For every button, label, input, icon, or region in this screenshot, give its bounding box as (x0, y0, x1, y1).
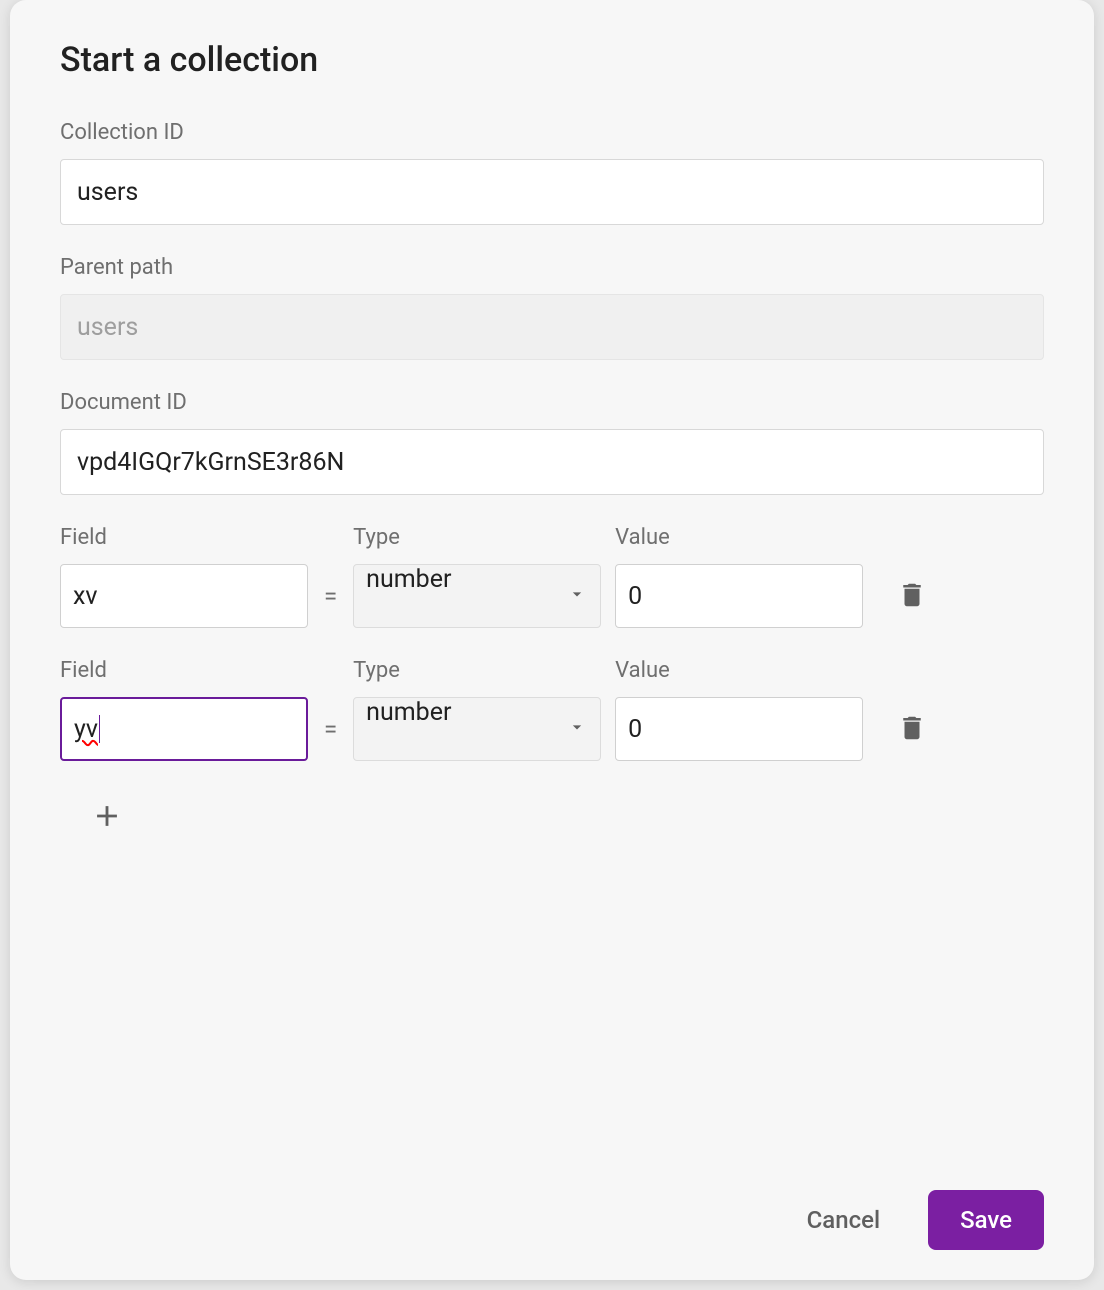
field-name-input[interactable] (60, 564, 308, 628)
field-type-col: Type number (353, 525, 601, 628)
collection-id-input[interactable] (60, 159, 1044, 225)
parent-path-group: Parent path (60, 255, 1044, 360)
plus-icon (90, 799, 124, 836)
dialog-actions: Cancel Save (60, 1160, 1044, 1250)
dialog-title: Start a collection (60, 40, 1044, 80)
save-button[interactable]: Save (928, 1190, 1044, 1250)
field-name-col: Field (60, 525, 308, 628)
field-value-label: Value (615, 658, 863, 683)
equals-sign: = (322, 564, 339, 628)
collection-id-label: Collection ID (60, 120, 1044, 145)
trash-icon (897, 713, 927, 746)
start-collection-dialog: Start a collection Collection ID Parent … (10, 0, 1094, 1280)
document-id-input[interactable] (60, 429, 1044, 495)
field-name-col: Field yv (60, 658, 308, 761)
field-row: Field = Type number Value (60, 525, 1044, 628)
field-value-col: Value (615, 658, 863, 761)
field-value-input[interactable] (615, 564, 863, 628)
field-type-label: Type (353, 525, 601, 550)
field-value-col: Value (615, 525, 863, 628)
document-id-group: Document ID (60, 390, 1044, 495)
field-type-label: Type (353, 658, 601, 683)
delete-field-button[interactable] (889, 572, 935, 621)
collection-id-group: Collection ID (60, 120, 1044, 225)
field-value-label: Value (615, 525, 863, 550)
parent-path-input (60, 294, 1044, 360)
fields-container: Field = Type number Value (60, 525, 1044, 1160)
parent-path-label: Parent path (60, 255, 1044, 280)
trash-icon (897, 580, 927, 613)
document-id-label: Document ID (60, 390, 1044, 415)
field-name-label: Field (60, 658, 308, 683)
add-field-button[interactable] (82, 791, 132, 844)
field-type-select[interactable]: number (353, 564, 601, 628)
delete-field-button[interactable] (889, 705, 935, 754)
field-type-col: Type number (353, 658, 601, 761)
field-type-select[interactable]: number (353, 697, 601, 761)
field-row: Field yv = Type number Value (60, 658, 1044, 761)
equals-sign: = (322, 697, 339, 761)
field-value-input[interactable] (615, 697, 863, 761)
field-name-input[interactable]: yv (60, 697, 308, 761)
cancel-button[interactable]: Cancel (789, 1192, 898, 1248)
field-name-label: Field (60, 525, 308, 550)
